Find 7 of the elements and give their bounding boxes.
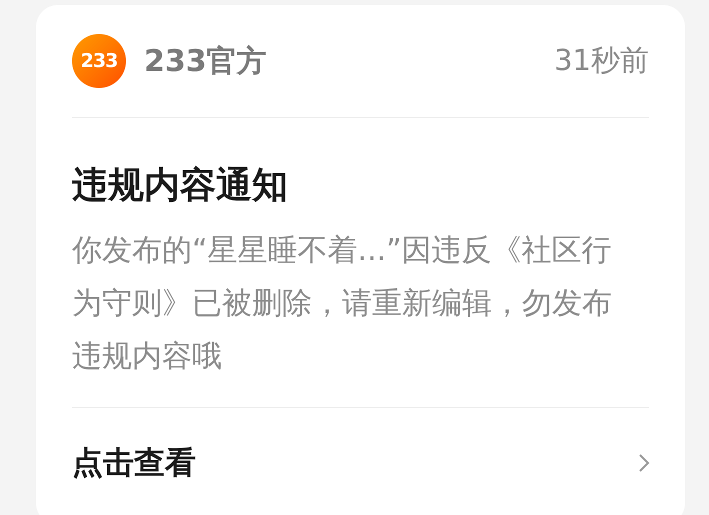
notice-title: 违规内容通知 [72, 164, 289, 208]
timestamp: 31秒前 [554, 42, 649, 80]
chevron-right-icon [637, 452, 651, 474]
logo-icon: 233 [72, 34, 126, 88]
sender-name: 233官方 [144, 42, 267, 80]
notice-body: 你发布的“星星睡不着...”因违反《社区行为守则》已被删除，请重新编辑，勿发布违规内容哦 [72, 232, 613, 376]
view-details-link[interactable]: 点击查看 [72, 408, 649, 515]
